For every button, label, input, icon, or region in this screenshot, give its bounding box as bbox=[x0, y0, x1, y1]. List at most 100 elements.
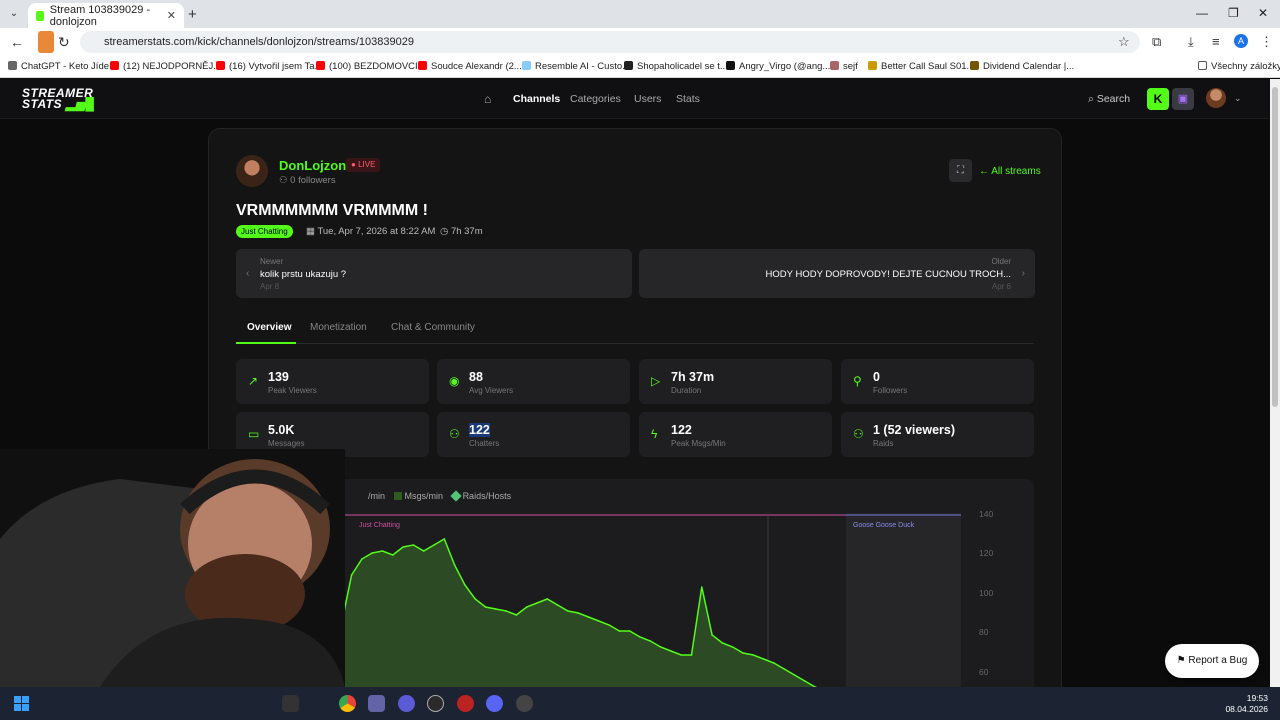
stat-avg-viewers: ◉ 88 Avg Viewers bbox=[437, 359, 630, 404]
viewers-point bbox=[525, 606, 528, 608]
extension-icon[interactable] bbox=[38, 31, 54, 53]
home-icon[interactable]: ⌂ bbox=[484, 92, 496, 106]
nav-channels[interactable]: Channels bbox=[513, 93, 560, 105]
segment-goose-bg bbox=[846, 513, 961, 687]
bookmark-item[interactable]: ChatGPT - Keto Jíde... bbox=[8, 61, 117, 72]
chevron-down-icon[interactable]: ⌄ bbox=[1234, 93, 1242, 104]
bookmark-item[interactable]: Dividend Calendar |... bbox=[970, 61, 1074, 72]
older-stream-card[interactable]: Older HODY HODY DOPROVODY! DEJTE CUCNOU … bbox=[639, 249, 1035, 298]
viewers-point bbox=[793, 674, 796, 676]
bookmark-item[interactable]: Resemble AI - Custo... bbox=[522, 61, 630, 72]
bookmark-item[interactable]: (16) Vytvořil jsem Ta... bbox=[216, 61, 322, 72]
close-tab-icon[interactable]: ✕ bbox=[167, 9, 176, 22]
bookmark-item[interactable]: (100) BEZDOMOVCI... bbox=[316, 61, 426, 72]
stream-duration: ◷ 7h 37m bbox=[440, 226, 483, 237]
viewers-point bbox=[639, 636, 641, 638]
bookmark-item[interactable]: sejf bbox=[830, 61, 858, 72]
chrome-icon[interactable] bbox=[339, 695, 356, 712]
logo-bottom-text: STATS ▂▅█ bbox=[22, 97, 95, 111]
extensions-icon[interactable]: ⧉ bbox=[1152, 34, 1161, 50]
menu-icon[interactable]: ⋮ bbox=[1260, 34, 1273, 50]
taskbar-app-icon[interactable] bbox=[427, 695, 444, 712]
chart-plot[interactable]: Just Chatting Goose Goose Duck bbox=[331, 513, 961, 687]
taskbar-app-icon[interactable] bbox=[282, 695, 299, 712]
tab-monetization[interactable]: Monetization bbox=[310, 322, 367, 333]
windows-start-icon[interactable] bbox=[14, 696, 29, 711]
calendar-icon: ▦ bbox=[306, 226, 315, 237]
nav-stats[interactable]: Stats bbox=[676, 93, 700, 105]
taskbar-app-icon[interactable] bbox=[457, 695, 474, 712]
scrollbar-thumb[interactable] bbox=[1272, 87, 1278, 407]
bookmark-item[interactable]: Soudce Alexandr (2... bbox=[418, 61, 522, 72]
search-button[interactable]: ⌕ Search bbox=[1088, 93, 1130, 106]
search-label: Search bbox=[1096, 93, 1131, 105]
twitch-platform-icon[interactable]: ▣ bbox=[1172, 88, 1194, 110]
nav-users[interactable]: Users bbox=[634, 93, 661, 105]
report-bug-button[interactable]: ⚑ Report a Bug bbox=[1165, 644, 1259, 678]
close-window-icon[interactable]: ✕ bbox=[1258, 6, 1268, 20]
viewers-point bbox=[474, 598, 476, 600]
channel-avatar[interactable] bbox=[236, 155, 268, 187]
user-avatar[interactable] bbox=[1206, 88, 1226, 108]
tab-overview[interactable]: Overview bbox=[247, 322, 291, 333]
users-icon: ⚇ bbox=[449, 427, 460, 441]
minimize-icon[interactable]: — bbox=[1196, 6, 1208, 20]
system-clock[interactable]: 19:53 08.04.2026 bbox=[1224, 693, 1268, 715]
bookmark-star-icon[interactable]: ☆ bbox=[1118, 34, 1130, 50]
new-tab-icon[interactable]: + bbox=[188, 6, 197, 23]
channel-name[interactable]: DonLojzon bbox=[279, 158, 346, 173]
reading-list-icon[interactable]: ≡ bbox=[1212, 34, 1220, 49]
stat-value: 122 bbox=[469, 423, 490, 437]
viewers-point bbox=[659, 646, 662, 648]
bookmark-item[interactable]: Better Call Saul S01... bbox=[868, 61, 974, 72]
tab-search-icon[interactable]: ⌄ bbox=[6, 6, 22, 22]
back-icon[interactable]: ← bbox=[10, 34, 24, 50]
taskbar-app-icon[interactable] bbox=[516, 695, 533, 712]
maximize-icon[interactable]: ❐ bbox=[1228, 6, 1239, 20]
teams-icon[interactable] bbox=[368, 695, 385, 712]
viewers-point bbox=[433, 544, 435, 546]
kick-platform-icon[interactable]: K bbox=[1147, 88, 1169, 110]
clock-icon: ◷ bbox=[440, 226, 449, 237]
newer-date: Apr 8 bbox=[260, 282, 280, 291]
download-icon[interactable]: ⤓ bbox=[1188, 34, 1194, 50]
expand-icon[interactable]: ⛶ bbox=[949, 159, 972, 182]
bookmark-item[interactable]: Shopaholicadel se t... bbox=[624, 61, 728, 72]
legend-item[interactable]: /min bbox=[368, 491, 385, 501]
stat-label: Duration bbox=[671, 386, 702, 395]
all-streams-link[interactable]: ← All streams bbox=[979, 166, 1041, 177]
viewers-point bbox=[443, 538, 446, 540]
newer-label: Newer bbox=[260, 257, 284, 266]
legend-item[interactable]: Raids/Hosts bbox=[463, 491, 512, 501]
viewers-point bbox=[608, 624, 610, 626]
bookmarks-bar: ChatGPT - Keto Jíde... (12) NEJODPORNĚJ.… bbox=[0, 56, 1280, 78]
all-bookmarks[interactable]: Všechny záložky bbox=[1198, 61, 1280, 72]
stat-label: Chatters bbox=[469, 439, 500, 448]
tab-chat-community[interactable]: Chat & Community bbox=[391, 322, 475, 333]
stat-value: 5.0K bbox=[268, 423, 295, 437]
streamerstats-logo[interactable]: STREAMER STATS ▂▅█ bbox=[22, 87, 95, 111]
viewers-point bbox=[804, 680, 806, 682]
browser-tab[interactable]: Stream 103839029 - donlojzon ✕ bbox=[28, 3, 184, 28]
page-scrollbar[interactable] bbox=[1270, 79, 1280, 687]
profile-icon[interactable]: A bbox=[1234, 34, 1248, 48]
viewers-point bbox=[567, 610, 569, 612]
reload-icon[interactable]: ↻ bbox=[58, 34, 70, 51]
discord-icon[interactable] bbox=[486, 695, 503, 712]
bookmark-item[interactable]: (12) NEJODPORNĚJ... bbox=[110, 61, 221, 72]
legend-item[interactable]: Msgs/min bbox=[405, 491, 444, 501]
report-bug-label: Report a Bug bbox=[1188, 655, 1248, 666]
url-field[interactable]: streamerstats.com/kick/channels/donlojzo… bbox=[80, 31, 1140, 53]
followers-icon: ⚇ bbox=[279, 175, 288, 186]
taskbar-app-icon[interactable] bbox=[398, 695, 415, 712]
category-badge[interactable]: Just Chatting bbox=[236, 225, 293, 238]
stream-date: ▦ Tue, Apr 7, 2026 at 8:22 AM bbox=[306, 226, 436, 237]
nav-categories[interactable]: Categories bbox=[570, 93, 621, 105]
stat-value: 139 bbox=[268, 370, 289, 384]
tab-title: Stream 103839029 - donlojzon bbox=[49, 3, 151, 28]
viewers-point bbox=[762, 658, 765, 660]
clock-date: 08.04.2026 bbox=[1225, 704, 1268, 714]
bookmark-item[interactable]: Angry_Virgo (@ang... bbox=[726, 61, 830, 72]
viewers-point bbox=[371, 552, 373, 554]
newer-stream-card[interactable]: ‹ Newer kolik prstu ukazuju ? Apr 8 bbox=[236, 249, 632, 298]
